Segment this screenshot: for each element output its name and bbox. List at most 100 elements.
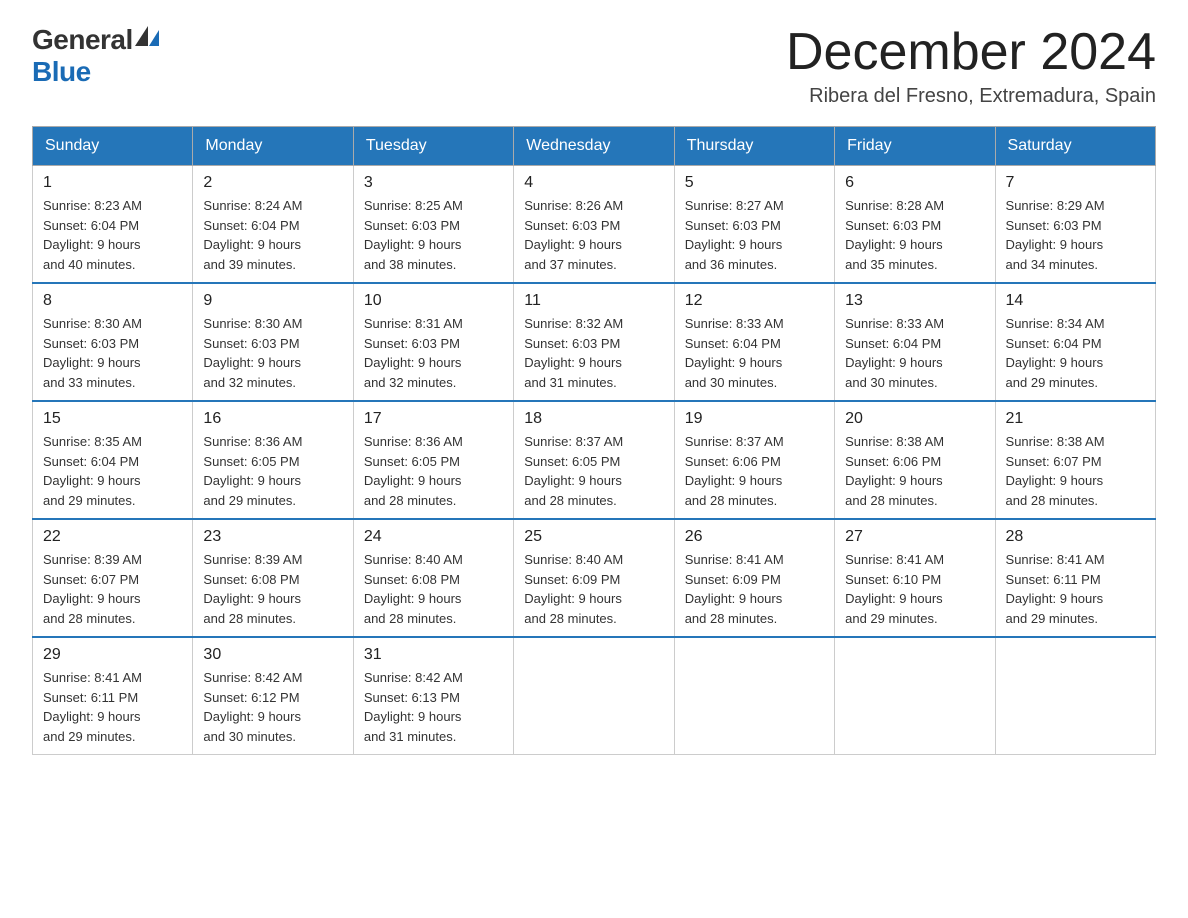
- day-info: Sunrise: 8:28 AM Sunset: 6:03 PM Dayligh…: [845, 196, 984, 274]
- calendar-week-row: 22 Sunrise: 8:39 AM Sunset: 6:07 PM Dayl…: [33, 519, 1156, 637]
- day-number: 29: [43, 646, 182, 664]
- day-info: Sunrise: 8:39 AM Sunset: 6:08 PM Dayligh…: [203, 550, 342, 628]
- day-info: Sunrise: 8:27 AM Sunset: 6:03 PM Dayligh…: [685, 196, 824, 274]
- table-row: 29 Sunrise: 8:41 AM Sunset: 6:11 PM Dayl…: [33, 637, 193, 755]
- day-info: Sunrise: 8:31 AM Sunset: 6:03 PM Dayligh…: [364, 314, 503, 392]
- table-row: 7 Sunrise: 8:29 AM Sunset: 6:03 PM Dayli…: [995, 166, 1155, 284]
- table-row: 10 Sunrise: 8:31 AM Sunset: 6:03 PM Dayl…: [353, 283, 513, 401]
- day-number: 25: [524, 528, 663, 546]
- table-row: [995, 637, 1155, 755]
- table-row: 22 Sunrise: 8:39 AM Sunset: 6:07 PM Dayl…: [33, 519, 193, 637]
- table-row: [514, 637, 674, 755]
- col-saturday: Saturday: [995, 127, 1155, 166]
- day-number: 11: [524, 292, 663, 310]
- month-title: December 2024: [786, 24, 1156, 81]
- day-info: Sunrise: 8:41 AM Sunset: 6:11 PM Dayligh…: [43, 668, 182, 746]
- calendar-table: Sunday Monday Tuesday Wednesday Thursday…: [32, 126, 1156, 755]
- day-number: 8: [43, 292, 182, 310]
- day-number: 4: [524, 174, 663, 192]
- day-info: Sunrise: 8:30 AM Sunset: 6:03 PM Dayligh…: [43, 314, 182, 392]
- col-thursday: Thursday: [674, 127, 834, 166]
- table-row: 2 Sunrise: 8:24 AM Sunset: 6:04 PM Dayli…: [193, 166, 353, 284]
- day-info: Sunrise: 8:30 AM Sunset: 6:03 PM Dayligh…: [203, 314, 342, 392]
- day-info: Sunrise: 8:34 AM Sunset: 6:04 PM Dayligh…: [1006, 314, 1145, 392]
- table-row: 30 Sunrise: 8:42 AM Sunset: 6:12 PM Dayl…: [193, 637, 353, 755]
- day-info: Sunrise: 8:33 AM Sunset: 6:04 PM Dayligh…: [685, 314, 824, 392]
- table-row: 24 Sunrise: 8:40 AM Sunset: 6:08 PM Dayl…: [353, 519, 513, 637]
- col-monday: Monday: [193, 127, 353, 166]
- col-sunday: Sunday: [33, 127, 193, 166]
- table-row: 26 Sunrise: 8:41 AM Sunset: 6:09 PM Dayl…: [674, 519, 834, 637]
- day-number: 18: [524, 410, 663, 428]
- col-wednesday: Wednesday: [514, 127, 674, 166]
- table-row: 5 Sunrise: 8:27 AM Sunset: 6:03 PM Dayli…: [674, 166, 834, 284]
- table-row: 3 Sunrise: 8:25 AM Sunset: 6:03 PM Dayli…: [353, 166, 513, 284]
- day-info: Sunrise: 8:41 AM Sunset: 6:11 PM Dayligh…: [1006, 550, 1145, 628]
- day-info: Sunrise: 8:24 AM Sunset: 6:04 PM Dayligh…: [203, 196, 342, 274]
- day-number: 6: [845, 174, 984, 192]
- day-number: 31: [364, 646, 503, 664]
- day-number: 2: [203, 174, 342, 192]
- day-number: 21: [1006, 410, 1145, 428]
- table-row: 11 Sunrise: 8:32 AM Sunset: 6:03 PM Dayl…: [514, 283, 674, 401]
- day-number: 10: [364, 292, 503, 310]
- table-row: 8 Sunrise: 8:30 AM Sunset: 6:03 PM Dayli…: [33, 283, 193, 401]
- table-row: 21 Sunrise: 8:38 AM Sunset: 6:07 PM Dayl…: [995, 401, 1155, 519]
- day-number: 3: [364, 174, 503, 192]
- day-info: Sunrise: 8:36 AM Sunset: 6:05 PM Dayligh…: [203, 432, 342, 510]
- table-row: 1 Sunrise: 8:23 AM Sunset: 6:04 PM Dayli…: [33, 166, 193, 284]
- day-number: 7: [1006, 174, 1145, 192]
- logo-general-text: General: [32, 24, 133, 56]
- day-info: Sunrise: 8:42 AM Sunset: 6:13 PM Dayligh…: [364, 668, 503, 746]
- day-info: Sunrise: 8:33 AM Sunset: 6:04 PM Dayligh…: [845, 314, 984, 392]
- day-info: Sunrise: 8:26 AM Sunset: 6:03 PM Dayligh…: [524, 196, 663, 274]
- day-number: 15: [43, 410, 182, 428]
- day-info: Sunrise: 8:37 AM Sunset: 6:06 PM Dayligh…: [685, 432, 824, 510]
- day-number: 16: [203, 410, 342, 428]
- table-row: [835, 637, 995, 755]
- table-row: 9 Sunrise: 8:30 AM Sunset: 6:03 PM Dayli…: [193, 283, 353, 401]
- table-row: 18 Sunrise: 8:37 AM Sunset: 6:05 PM Dayl…: [514, 401, 674, 519]
- calendar-week-row: 8 Sunrise: 8:30 AM Sunset: 6:03 PM Dayli…: [33, 283, 1156, 401]
- table-row: 31 Sunrise: 8:42 AM Sunset: 6:13 PM Dayl…: [353, 637, 513, 755]
- day-number: 13: [845, 292, 984, 310]
- table-row: 15 Sunrise: 8:35 AM Sunset: 6:04 PM Dayl…: [33, 401, 193, 519]
- day-number: 24: [364, 528, 503, 546]
- table-row: 13 Sunrise: 8:33 AM Sunset: 6:04 PM Dayl…: [835, 283, 995, 401]
- table-row: 4 Sunrise: 8:26 AM Sunset: 6:03 PM Dayli…: [514, 166, 674, 284]
- day-number: 19: [685, 410, 824, 428]
- day-number: 30: [203, 646, 342, 664]
- day-number: 14: [1006, 292, 1145, 310]
- day-info: Sunrise: 8:25 AM Sunset: 6:03 PM Dayligh…: [364, 196, 503, 274]
- day-info: Sunrise: 8:32 AM Sunset: 6:03 PM Dayligh…: [524, 314, 663, 392]
- table-row: 12 Sunrise: 8:33 AM Sunset: 6:04 PM Dayl…: [674, 283, 834, 401]
- day-info: Sunrise: 8:41 AM Sunset: 6:10 PM Dayligh…: [845, 550, 984, 628]
- table-row: 16 Sunrise: 8:36 AM Sunset: 6:05 PM Dayl…: [193, 401, 353, 519]
- day-number: 23: [203, 528, 342, 546]
- day-number: 26: [685, 528, 824, 546]
- day-info: Sunrise: 8:38 AM Sunset: 6:07 PM Dayligh…: [1006, 432, 1145, 510]
- calendar-week-row: 29 Sunrise: 8:41 AM Sunset: 6:11 PM Dayl…: [33, 637, 1156, 755]
- table-row: 25 Sunrise: 8:40 AM Sunset: 6:09 PM Dayl…: [514, 519, 674, 637]
- day-info: Sunrise: 8:38 AM Sunset: 6:06 PM Dayligh…: [845, 432, 984, 510]
- day-number: 22: [43, 528, 182, 546]
- table-row: 28 Sunrise: 8:41 AM Sunset: 6:11 PM Dayl…: [995, 519, 1155, 637]
- table-row: 23 Sunrise: 8:39 AM Sunset: 6:08 PM Dayl…: [193, 519, 353, 637]
- day-info: Sunrise: 8:42 AM Sunset: 6:12 PM Dayligh…: [203, 668, 342, 746]
- day-info: Sunrise: 8:40 AM Sunset: 6:09 PM Dayligh…: [524, 550, 663, 628]
- calendar-week-row: 1 Sunrise: 8:23 AM Sunset: 6:04 PM Dayli…: [33, 166, 1156, 284]
- table-row: 14 Sunrise: 8:34 AM Sunset: 6:04 PM Dayl…: [995, 283, 1155, 401]
- day-info: Sunrise: 8:35 AM Sunset: 6:04 PM Dayligh…: [43, 432, 182, 510]
- col-friday: Friday: [835, 127, 995, 166]
- day-info: Sunrise: 8:37 AM Sunset: 6:05 PM Dayligh…: [524, 432, 663, 510]
- day-number: 12: [685, 292, 824, 310]
- table-row: 27 Sunrise: 8:41 AM Sunset: 6:10 PM Dayl…: [835, 519, 995, 637]
- day-number: 17: [364, 410, 503, 428]
- logo-blue-text: Blue: [32, 56, 91, 88]
- day-number: 28: [1006, 528, 1145, 546]
- logo-triangle-dark: [135, 26, 148, 46]
- table-row: 20 Sunrise: 8:38 AM Sunset: 6:06 PM Dayl…: [835, 401, 995, 519]
- table-row: 19 Sunrise: 8:37 AM Sunset: 6:06 PM Dayl…: [674, 401, 834, 519]
- day-number: 1: [43, 174, 182, 192]
- logo-triangle-blue: [149, 30, 159, 46]
